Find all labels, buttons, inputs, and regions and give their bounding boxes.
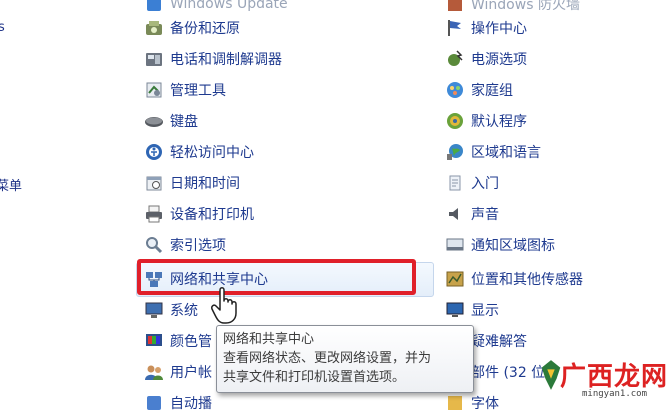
default-programs-link[interactable]: 默认程序 [445,105,527,136]
power-options-link[interactable]: 电源选项 [445,43,527,74]
display-link[interactable]: 显示 [445,294,499,325]
date-time-label: 日期和时间 [170,175,240,192]
network-sharing-tooltip: 网络和共享中心 查看网络状态、更改网络设置，并为 共享文件和打印机设置首选项。 [216,325,474,393]
phone-modem-label: 电话和调制解调器 [170,51,282,68]
system-link[interactable]: 系统 [144,294,198,325]
system-icon [144,300,164,320]
color-management-link[interactable]: 颜色管 [144,325,212,356]
devices-printers-link[interactable]: 设备和打印机 [144,198,254,229]
action-center-flag-icon [445,18,465,38]
watermark-url: mingyan1.com [582,389,648,399]
notification-area-icons-link[interactable]: 通知区域图标 [445,229,555,260]
homegroup-link[interactable]: 家庭组 [445,74,513,105]
user-accounts-icon [144,362,164,382]
gadgets-label: 部件 (32 位 [471,364,546,381]
backup-restore-link[interactable]: 备份和还原 [144,12,240,43]
admin-tools-icon [144,80,164,100]
region-language-icon [445,142,465,162]
keyboard-label: 键盘 [170,113,198,130]
color-management-icon [144,331,164,351]
backup-icon [144,18,164,38]
phone-modem-icon [144,49,164,69]
indexing-icon [144,235,164,255]
notification-area-icon [445,235,465,255]
hand-cursor-icon [210,285,244,325]
homegroup-icon [445,80,465,100]
watermark-logo: 广西龙网 mingyan1.com [538,358,670,402]
notification-area-icons-label: 通知区域图标 [471,237,555,254]
troubleshooting-label: 疑难解答 [471,333,527,350]
ease-of-access-label: 轻松访问中心 [170,144,254,161]
default-programs-label: 默认程序 [471,113,527,130]
watermark-text: 广西龙网 [560,362,669,392]
color-management-label: 颜色管 [170,333,212,350]
homegroup-label: 家庭组 [471,82,513,99]
highlight-annotation-box [137,259,416,295]
date-time-icon [144,173,164,193]
tooltip-line-1: 查看网络状态、更改网络设置，并为 [223,351,432,366]
region-language-label: 区域和语言 [471,144,541,161]
ease-of-access-link[interactable]: 轻松访问中心 [144,136,254,167]
keyboard-link[interactable]: 键盘 [144,105,198,136]
location-sensors-link[interactable]: 位置和其他传感器 [445,263,583,294]
printer-icon [144,204,164,224]
phone-modem-link[interactable]: 电话和调制解调器 [144,43,282,74]
region-language-link[interactable]: 区域和语言 [445,136,541,167]
indexing-options-label: 索引选项 [170,237,226,254]
display-icon [445,300,465,320]
user-accounts-label: 用户帐 [170,364,212,381]
admin-tools-label: 管理工具 [170,82,226,99]
date-time-link[interactable]: 日期和时间 [144,167,240,198]
backup-restore-label: 备份和还原 [170,20,240,37]
left-edge-fragment: s 菜单 [0,0,40,403]
keyboard-icon [144,111,164,131]
ease-of-access-icon [144,142,164,162]
tooltip-line-2: 共享文件和打印机设置首选项。 [223,370,406,385]
devices-printers-label: 设备和打印机 [170,206,254,223]
getting-started-link[interactable]: 入门 [445,167,499,198]
getting-started-label: 入门 [471,175,499,192]
left-edge-text-a: s [0,20,5,35]
sound-label: 声音 [471,206,499,223]
tooltip-title: 网络和共享中心 [223,332,315,347]
action-center-label: 操作中心 [471,20,527,37]
display-label: 显示 [471,302,499,319]
power-options-label: 电源选项 [471,51,527,68]
location-sensors-icon [445,269,465,289]
left-edge-text-menu[interactable]: 菜单 [0,175,22,194]
system-label: 系统 [170,302,198,319]
sound-link[interactable]: 声音 [445,198,499,229]
default-programs-icon [445,111,465,131]
power-options-icon [445,49,465,69]
admin-tools-link[interactable]: 管理工具 [144,74,226,105]
location-sensors-label: 位置和其他传感器 [471,271,583,288]
indexing-options-link[interactable]: 索引选项 [144,229,226,260]
sound-icon [445,204,465,224]
user-accounts-link[interactable]: 用户帐 [144,356,212,387]
getting-started-icon [445,173,465,193]
action-center-link[interactable]: 操作中心 [445,12,527,43]
